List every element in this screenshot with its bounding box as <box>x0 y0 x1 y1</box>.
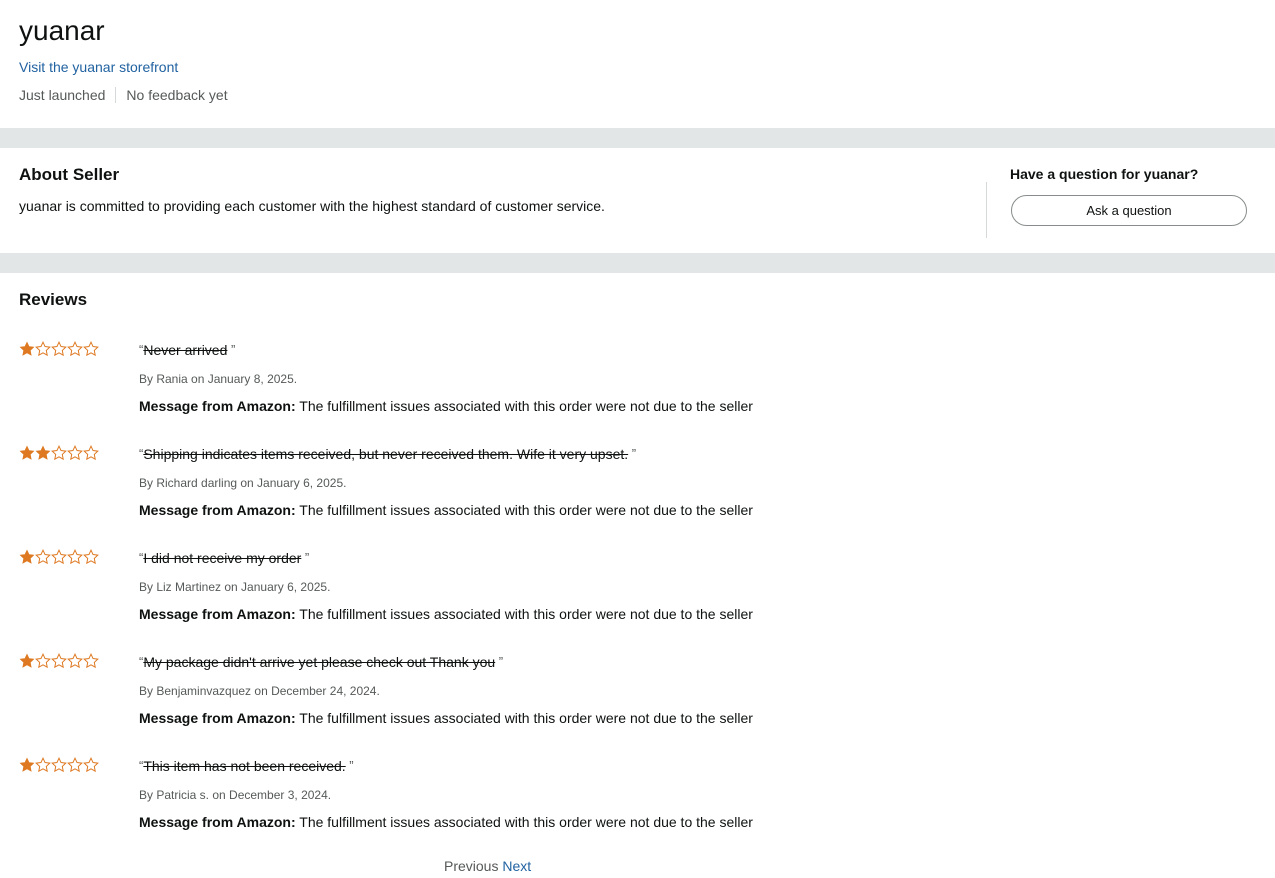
review-body: Never arrived <box>143 342 228 358</box>
star-empty-icon <box>83 653 99 669</box>
star-rating <box>19 341 99 359</box>
amazon-message-text: The fulfillment issues associated with t… <box>299 606 753 622</box>
review-text: “Shipping indicates items received, but … <box>139 445 636 463</box>
close-quote: ” <box>628 446 637 461</box>
meta-divider <box>115 87 117 103</box>
about-seller-text: yuanar is committed to providing each cu… <box>19 198 605 214</box>
amazon-message: Message from Amazon: The fulfillment iss… <box>139 709 753 727</box>
storefront-link[interactable]: Visit the yuanar storefront <box>19 58 178 76</box>
review-item: “I did not receive my order ” By Liz Mart… <box>0 549 1275 649</box>
about-seller-section: About Seller yuanar is committed to prov… <box>0 148 1275 253</box>
star-rating <box>19 653 99 671</box>
star-empty-icon <box>83 757 99 773</box>
close-quote: ” <box>495 654 504 669</box>
review-body: My package didn't arrive yet please chec… <box>143 654 496 670</box>
review-author-date: By Richard darling on January 6, 2025. <box>139 476 347 490</box>
amazon-message-text: The fulfillment issues associated with t… <box>299 710 753 726</box>
amazon-message-label: Message from Amazon: <box>139 606 296 622</box>
star-empty-icon <box>35 341 51 357</box>
review-body: Shipping indicates items received, but n… <box>143 446 629 462</box>
reviews-section: Reviews “Never arrived ” By Rania on Janu… <box>0 273 1275 878</box>
star-empty-icon <box>51 341 67 357</box>
close-quote: ” <box>345 758 354 773</box>
star-empty-icon <box>67 757 83 773</box>
seller-feedback: No feedback yet <box>126 87 228 103</box>
amazon-message-text: The fulfillment issues associated with t… <box>299 398 753 414</box>
review-item: “Shipping indicates items received, but … <box>0 445 1275 545</box>
review-author-date: By Rania on January 8, 2025. <box>139 372 298 386</box>
amazon-message: Message from Amazon: The fulfillment iss… <box>139 501 753 519</box>
review-item: “Never arrived ” By Rania on January 8, 2… <box>0 341 1275 441</box>
pagination: Previous Next <box>444 857 531 875</box>
review-item: “This item has not been received. ” By Pa… <box>0 757 1275 857</box>
review-author-date: By Patricia s. on December 3, 2024. <box>139 788 332 802</box>
about-seller-title: About Seller <box>19 165 120 184</box>
star-filled-icon <box>35 445 51 460</box>
star-rating <box>19 757 99 775</box>
close-quote: ” <box>227 342 236 357</box>
star-filled-icon <box>19 757 35 772</box>
amazon-message-text: The fulfillment issues associated with t… <box>299 502 753 518</box>
previous-page-link: Previous <box>444 858 499 874</box>
reviews-title: Reviews <box>19 290 88 309</box>
star-empty-icon <box>83 549 99 565</box>
star-empty-icon <box>51 757 67 773</box>
review-text: “This item has not been received. ” <box>139 757 354 775</box>
section-divider-band <box>0 253 1275 273</box>
star-empty-icon <box>35 757 51 773</box>
star-empty-icon <box>67 341 83 357</box>
star-empty-icon <box>51 445 67 461</box>
star-rating <box>19 445 99 463</box>
amazon-message-label: Message from Amazon: <box>139 710 296 726</box>
star-empty-icon <box>35 549 51 565</box>
next-page-link[interactable]: Next <box>502 858 531 874</box>
star-filled-icon <box>19 341 35 356</box>
review-text: “My package didn't arrive yet please che… <box>139 653 503 671</box>
star-empty-icon <box>51 653 67 669</box>
star-empty-icon <box>83 341 99 357</box>
amazon-message: Message from Amazon: The fulfillment iss… <box>139 813 753 831</box>
star-empty-icon <box>83 445 99 461</box>
star-filled-icon <box>19 653 35 668</box>
review-item: “My package didn't arrive yet please che… <box>0 653 1275 753</box>
amazon-message-text: The fulfillment issues associated with t… <box>299 814 753 830</box>
star-empty-icon <box>51 549 67 565</box>
star-empty-icon <box>67 549 83 565</box>
review-author-date: By Benjaminvazquez on December 24, 2024. <box>139 684 380 698</box>
amazon-message-label: Message from Amazon: <box>139 502 296 518</box>
close-quote: ” <box>301 550 310 565</box>
review-body: This item has not been received. <box>143 758 346 774</box>
star-empty-icon <box>67 445 83 461</box>
seller-header: yuanar Visit the yuanar storefront Just … <box>19 0 1259 128</box>
star-empty-icon <box>35 653 51 669</box>
star-rating <box>19 549 99 567</box>
review-author-date: By Liz Martinez on January 6, 2025. <box>139 580 331 594</box>
vertical-divider <box>986 182 987 238</box>
amazon-message-label: Message from Amazon: <box>139 814 296 830</box>
ask-question-button[interactable]: Ask a question <box>1011 195 1247 226</box>
seller-meta: Just launched No feedback yet <box>19 86 228 104</box>
review-text: “Never arrived ” <box>139 341 235 359</box>
review-body: I did not receive my order <box>143 550 302 566</box>
star-filled-icon <box>19 445 35 460</box>
seller-name: yuanar <box>19 15 105 46</box>
star-filled-icon <box>19 549 35 564</box>
amazon-message-label: Message from Amazon: <box>139 398 296 414</box>
star-empty-icon <box>67 653 83 669</box>
review-text: “I did not receive my order ” <box>139 549 309 567</box>
seller-status: Just launched <box>19 87 106 103</box>
question-title: Have a question for yuanar? <box>1010 166 1199 182</box>
amazon-message: Message from Amazon: The fulfillment iss… <box>139 605 753 623</box>
section-divider-band <box>0 128 1275 148</box>
amazon-message: Message from Amazon: The fulfillment iss… <box>139 397 753 415</box>
